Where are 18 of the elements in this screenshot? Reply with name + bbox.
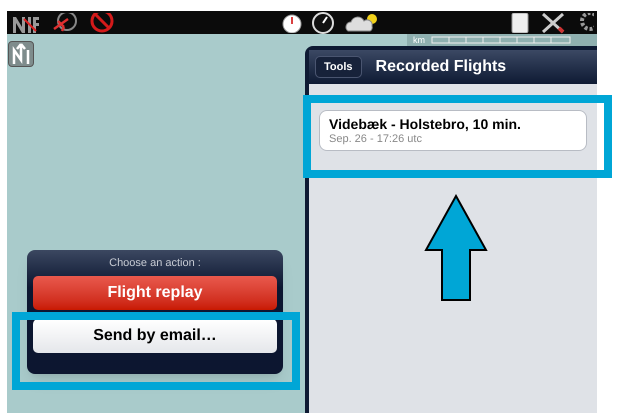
tools-icon[interactable] xyxy=(540,12,566,34)
scale-ruler-icon xyxy=(431,36,571,44)
document-icon[interactable] xyxy=(510,12,530,32)
popover-title: Recorded Flights xyxy=(376,57,506,77)
prohibited-icon[interactable] xyxy=(90,12,114,32)
north-up-button[interactable] xyxy=(8,41,34,67)
north-arrow-icon xyxy=(11,43,31,65)
gauge-icon[interactable] xyxy=(312,12,334,34)
flight-row[interactable]: Videbæk - Holstebro, 10 min. Sep. 26 - 17:26 utc xyxy=(319,110,587,151)
action-sheet-title: Choose an action : xyxy=(109,256,201,270)
stopwatch-icon[interactable] xyxy=(282,12,302,32)
back-button[interactable]: Tools xyxy=(315,56,362,78)
replay-button[interactable]: Flight replay xyxy=(33,276,277,310)
email-button[interactable]: Send by email… xyxy=(33,319,277,353)
flight-subtitle: Sep. 26 - 17:26 utc xyxy=(329,133,423,146)
scale-unit: km xyxy=(413,36,425,44)
weather-icon[interactable] xyxy=(344,12,380,32)
flight-title: Videbæk - Holstebro, 10 min. xyxy=(329,115,522,133)
